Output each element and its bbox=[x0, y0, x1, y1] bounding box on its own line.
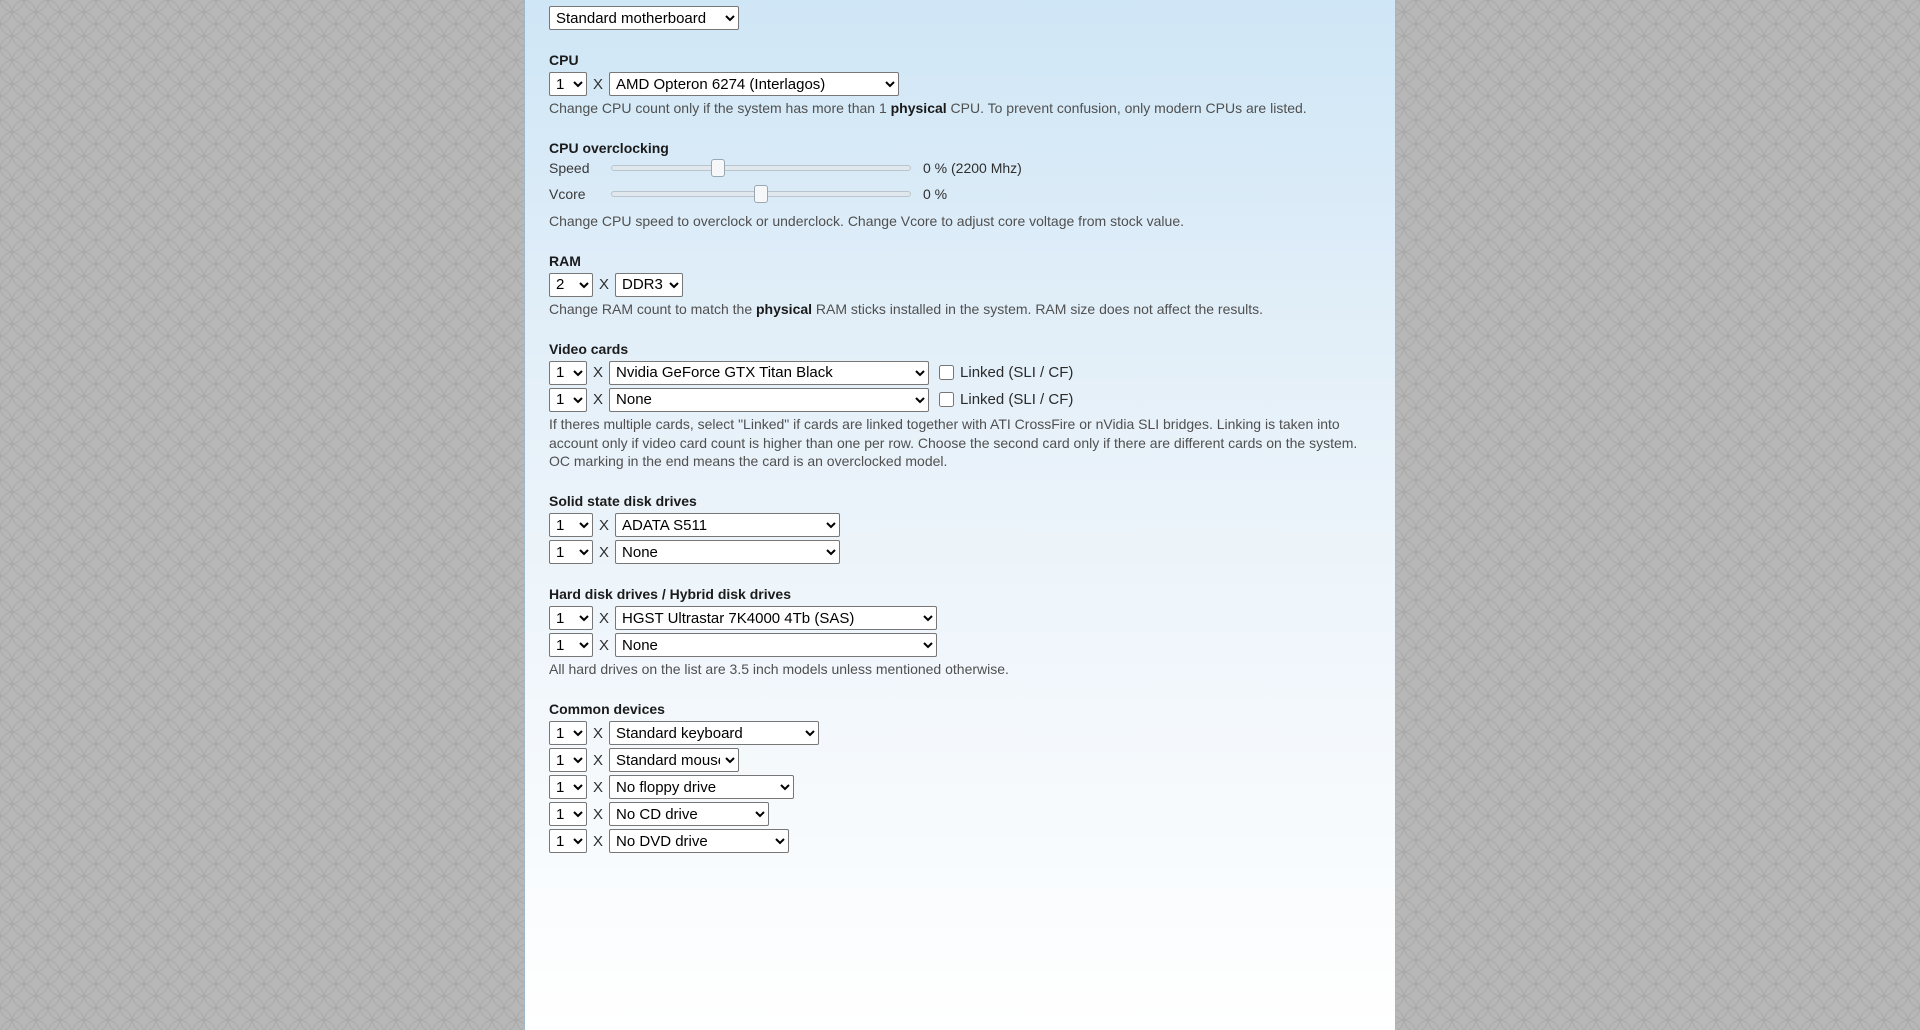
hdd1-x: X bbox=[599, 610, 609, 627]
ssd2-x: X bbox=[599, 544, 609, 561]
cpu-title: CPU bbox=[549, 52, 1371, 68]
ssd1-x: X bbox=[599, 517, 609, 534]
video2-count-select[interactable]: 1 bbox=[549, 388, 587, 412]
common-section: Common devices 1 X Standard keyboard 1 X… bbox=[549, 701, 1371, 853]
ram-count-select[interactable]: 2 bbox=[549, 273, 593, 297]
mouse-count-select[interactable]: 1 bbox=[549, 748, 587, 772]
overclock-title: CPU overclocking bbox=[549, 140, 1371, 156]
hdd1-count-select[interactable]: 1 bbox=[549, 606, 593, 630]
ram-title: RAM bbox=[549, 253, 1371, 269]
hdd-title: Hard disk drives / Hybrid disk drives bbox=[549, 586, 1371, 602]
video-section: Video cards 1 X Nvidia GeForce GTX Titan… bbox=[549, 341, 1371, 472]
ram-help: Change RAM count to match the physical R… bbox=[549, 300, 1371, 319]
video2-linked-label: Linked (SLI / CF) bbox=[960, 391, 1073, 408]
cpu-model-select[interactable]: AMD Opteron 6274 (Interlagos) bbox=[609, 72, 899, 96]
hdd2-count-select[interactable]: 1 bbox=[549, 633, 593, 657]
speed-value: 0 % (2200 Mhz) bbox=[919, 160, 1371, 176]
speed-slider[interactable] bbox=[611, 165, 911, 171]
dvd-model-select[interactable]: No DVD drive bbox=[609, 829, 789, 853]
cpu-help: Change CPU count only if the system has … bbox=[549, 99, 1371, 118]
common-row-dvd: 1 X No DVD drive bbox=[549, 829, 1371, 853]
video-title: Video cards bbox=[549, 341, 1371, 357]
video1-linked-checkbox[interactable] bbox=[939, 365, 954, 380]
common-row-keyboard: 1 X Standard keyboard bbox=[549, 721, 1371, 745]
keyboard-count-select[interactable]: 1 bbox=[549, 721, 587, 745]
common-row-mouse: 1 X Standard mouse bbox=[549, 748, 1371, 772]
motherboard-select[interactable]: Standard motherboard bbox=[549, 6, 739, 30]
mouse-model-select[interactable]: Standard mouse bbox=[609, 748, 739, 772]
hdd-help: All hard drives on the list are 3.5 inch… bbox=[549, 660, 1371, 679]
vcore-value: 0 % bbox=[919, 186, 1371, 202]
vcore-label: Vcore bbox=[549, 186, 609, 202]
vcore-slider[interactable] bbox=[611, 191, 911, 197]
common-row-cd: 1 X No CD drive bbox=[549, 802, 1371, 826]
hdd-section: Hard disk drives / Hybrid disk drives 1 … bbox=[549, 586, 1371, 679]
cd-count-select[interactable]: 1 bbox=[549, 802, 587, 826]
dvd-count-select[interactable]: 1 bbox=[549, 829, 587, 853]
common-title: Common devices bbox=[549, 701, 1371, 717]
ssd2-model-select[interactable]: None bbox=[615, 540, 840, 564]
video1-model-select[interactable]: Nvidia GeForce GTX Titan Black bbox=[609, 361, 929, 385]
motherboard-section: Standard motherboard bbox=[549, 6, 1371, 30]
calculator-panel: Standard motherboard CPU 1 X AMD Opteron… bbox=[525, 0, 1395, 1030]
cpu-x-label: X bbox=[593, 76, 603, 93]
overclock-help: Change CPU speed to overclock or undercl… bbox=[549, 212, 1371, 231]
speed-label: Speed bbox=[549, 160, 609, 176]
cd-model-select[interactable]: No CD drive bbox=[609, 802, 769, 826]
floppy-model-select[interactable]: No floppy drive bbox=[609, 775, 794, 799]
ram-section: RAM 2 X DDR3 Change RAM count to match t… bbox=[549, 253, 1371, 319]
cpu-count-select[interactable]: 1 bbox=[549, 72, 587, 96]
cpu-section: CPU 1 X AMD Opteron 6274 (Interlagos) Ch… bbox=[549, 52, 1371, 118]
ssd1-model-select[interactable]: ADATA S511 bbox=[615, 513, 840, 537]
floppy-count-select[interactable]: 1 bbox=[549, 775, 587, 799]
ssd-title: Solid state disk drives bbox=[549, 493, 1371, 509]
ssd1-count-select[interactable]: 1 bbox=[549, 513, 593, 537]
hdd1-model-select[interactable]: HGST Ultrastar 7K4000 4Tb (SAS) bbox=[615, 606, 937, 630]
common-row-floppy: 1 X No floppy drive bbox=[549, 775, 1371, 799]
video2-x: X bbox=[593, 391, 603, 408]
video1-x: X bbox=[593, 364, 603, 381]
ssd-section: Solid state disk drives 1 X ADATA S511 1… bbox=[549, 493, 1371, 564]
ssd2-count-select[interactable]: 1 bbox=[549, 540, 593, 564]
hdd2-model-select[interactable]: None bbox=[615, 633, 937, 657]
video1-linked-label: Linked (SLI / CF) bbox=[960, 364, 1073, 381]
hdd2-x: X bbox=[599, 637, 609, 654]
ram-type-select[interactable]: DDR3 bbox=[615, 273, 683, 297]
video-help: If theres multiple cards, select "Linked… bbox=[549, 415, 1371, 472]
keyboard-model-select[interactable]: Standard keyboard bbox=[609, 721, 819, 745]
video1-count-select[interactable]: 1 bbox=[549, 361, 587, 385]
overclock-section: CPU overclocking Speed 0 % (2200 Mhz) Vc… bbox=[549, 140, 1371, 231]
ram-x-label: X bbox=[599, 276, 609, 293]
video2-model-select[interactable]: None bbox=[609, 388, 929, 412]
video2-linked-checkbox[interactable] bbox=[939, 392, 954, 407]
